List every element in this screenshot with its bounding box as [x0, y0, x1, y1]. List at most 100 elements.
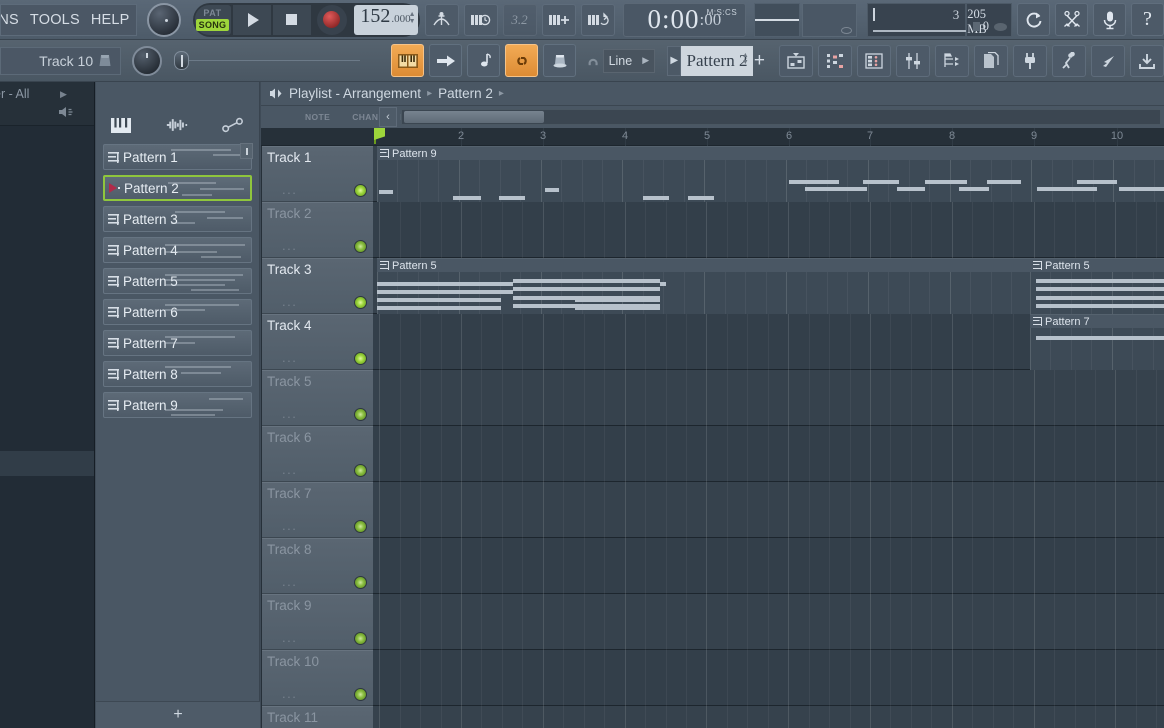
speaker-icon[interactable] — [58, 106, 76, 118]
menu-item-help[interactable]: HELP — [91, 12, 130, 28]
pattern-add-button[interactable]: + — [753, 46, 766, 76]
track-options-dots[interactable]: ... — [282, 294, 297, 309]
slider-handle[interactable] — [174, 51, 190, 70]
microphone-button[interactable] — [1093, 3, 1126, 36]
track-options-dots[interactable]: ... — [282, 686, 297, 701]
browser-item[interactable]: abase — [0, 176, 94, 201]
pattern-clip[interactable]: Pattern 7 — [1030, 314, 1164, 370]
track-enable-led[interactable] — [354, 632, 367, 645]
track-options-dots[interactable]: ... — [282, 574, 297, 589]
pattern-prev-button[interactable]: ▶ — [667, 45, 682, 76]
collapse-tracks-button[interactable]: ‹ — [379, 107, 397, 127]
track-options-dots[interactable]: ... — [282, 350, 297, 365]
track-header[interactable]: Track 11... — [262, 706, 373, 728]
browser-item[interactable]: sets — [0, 201, 94, 226]
browser-item[interactable]: io — [0, 526, 94, 551]
scrollbar-thumb[interactable] — [404, 111, 544, 123]
playlist-button[interactable] — [857, 44, 891, 77]
browser-item[interactable] — [0, 276, 94, 301]
playlist-horizontal-scrollbar[interactable] — [401, 109, 1161, 125]
wait-for-input-button[interactable] — [463, 3, 498, 36]
piano-roll-button[interactable] — [391, 44, 425, 77]
browser-item[interactable]: resets — [0, 226, 94, 251]
clip-header[interactable]: Pattern 7 — [1030, 315, 1164, 328]
browser-item[interactable]: nes — [0, 476, 94, 501]
track-enable-led[interactable] — [354, 296, 367, 309]
pattern-scrollbar-handle[interactable] — [240, 143, 253, 159]
track-header[interactable]: Track 7... — [262, 482, 373, 538]
track-enable-led[interactable] — [354, 408, 367, 421]
time-display[interactable]: 0:00 :00 M:S:CS — [622, 2, 747, 37]
browser-item[interactable]: files — [0, 301, 94, 326]
pattern-clip[interactable]: Pattern 5 — [377, 258, 1030, 314]
browser-item[interactable]: ects — [0, 326, 94, 351]
help-button[interactable]: ? — [1131, 3, 1164, 36]
playlist-grid[interactable]: Pattern 9 Pattern 5 Pattern 5 Pattern 7 — [373, 146, 1164, 728]
pattern-selector[interactable]: Pattern 2 ▲ ▼ — [681, 45, 753, 76]
tempo-spinner-icon[interactable]: ▲ ▼ — [409, 11, 416, 25]
pointer-button[interactable] — [1091, 44, 1125, 77]
pattern-list-item[interactable]: Pattern 2 — [103, 175, 252, 201]
browser-item[interactable]: s — [0, 551, 94, 576]
add-pattern-button[interactable]: + — [96, 701, 260, 728]
channel-volume-slider[interactable] — [174, 47, 361, 75]
arrow-tool-button[interactable] — [429, 44, 463, 77]
pattern-list-item[interactable]: Pattern 5 — [103, 268, 252, 294]
track-options-dots[interactable]: ... — [282, 238, 297, 253]
track-options-dots[interactable]: ... — [282, 518, 297, 533]
playlist-ruler[interactable]: 2 3 4 5 6 7 8 9 10 — [261, 128, 1164, 146]
step-edit-button[interactable] — [580, 3, 615, 36]
browser-item[interactable] — [0, 351, 94, 376]
browser-item[interactable]: oject — [0, 126, 94, 151]
project-bones-button[interactable] — [1052, 44, 1086, 77]
pattern-list-item[interactable]: Pattern 8 — [103, 361, 252, 387]
mixer-window-button[interactable] — [896, 44, 930, 77]
pattern-clip[interactable]: Pattern 9 — [377, 146, 1164, 202]
track-header[interactable]: Track 9... — [262, 594, 373, 650]
pattern-list-item[interactable]: Pattern 1 — [103, 144, 252, 170]
browser-item[interactable]: s — [0, 151, 94, 176]
browser-item[interactable] — [0, 451, 94, 476]
multilink-button[interactable] — [541, 3, 576, 36]
typing-keyboard-button[interactable]: 3.2 — [502, 3, 537, 36]
browser-item[interactable]: s — [0, 426, 94, 451]
track-options-dots[interactable]: ... — [282, 406, 297, 421]
browser-item[interactable] — [0, 501, 94, 526]
master-volume-knob[interactable] — [146, 2, 181, 37]
step-sequencer-button[interactable] — [818, 44, 852, 77]
tempo-field[interactable]: 152 .000 ▲ ▼ — [353, 4, 418, 35]
playhead-marker[interactable] — [374, 128, 385, 144]
browser-item[interactable]: ets — [0, 251, 94, 276]
pattern-list-item[interactable]: Pattern 7 — [103, 330, 252, 356]
pattern-list-item[interactable]: Pattern 6 — [103, 299, 252, 325]
track-enable-led[interactable] — [354, 576, 367, 589]
pattern-list-item[interactable]: Pattern 9 — [103, 392, 252, 418]
metronome-button[interactable] — [424, 3, 459, 36]
track-enable-led[interactable] — [354, 464, 367, 477]
track-header[interactable]: Track 10... — [262, 650, 373, 706]
browser-button[interactable] — [935, 44, 969, 77]
track-header[interactable]: Track 5... — [262, 370, 373, 426]
pattern-song-toggle[interactable]: PAT SONG — [194, 4, 231, 35]
track-enable-led[interactable] — [354, 520, 367, 533]
browser-panel[interactable]: er - All ▶ ojectsabasesetsresetsetsfiles… — [0, 82, 95, 728]
clip-header[interactable]: Pattern 9 — [377, 147, 1164, 160]
stop-button[interactable] — [272, 4, 311, 35]
channel-rack-button[interactable] — [779, 44, 813, 77]
track-enable-led[interactable] — [354, 688, 367, 701]
playlist-menu-icon[interactable] — [269, 88, 283, 99]
slip-tool-button[interactable] — [467, 44, 501, 77]
pattern-list-item[interactable]: Pattern 4 — [103, 237, 252, 263]
pattern-spinner-icon[interactable]: ▲ ▼ — [742, 52, 749, 66]
clip-header[interactable]: Pattern 5 — [1030, 259, 1164, 272]
chan-label[interactable]: CHAN — [352, 112, 378, 122]
snap-selector[interactable]: Line ▶ — [602, 48, 656, 73]
channel-name-display[interactable]: Track 10 — [0, 46, 122, 75]
play-button[interactable] — [232, 4, 271, 35]
copy-button[interactable] — [974, 44, 1008, 77]
save-button[interactable] — [1130, 44, 1164, 77]
browser-item[interactable] — [0, 401, 94, 426]
track-options-dots[interactable]: ... — [282, 630, 297, 645]
track-header[interactable]: Track 8... — [262, 538, 373, 594]
track-header[interactable]: Track 3... — [262, 258, 373, 314]
